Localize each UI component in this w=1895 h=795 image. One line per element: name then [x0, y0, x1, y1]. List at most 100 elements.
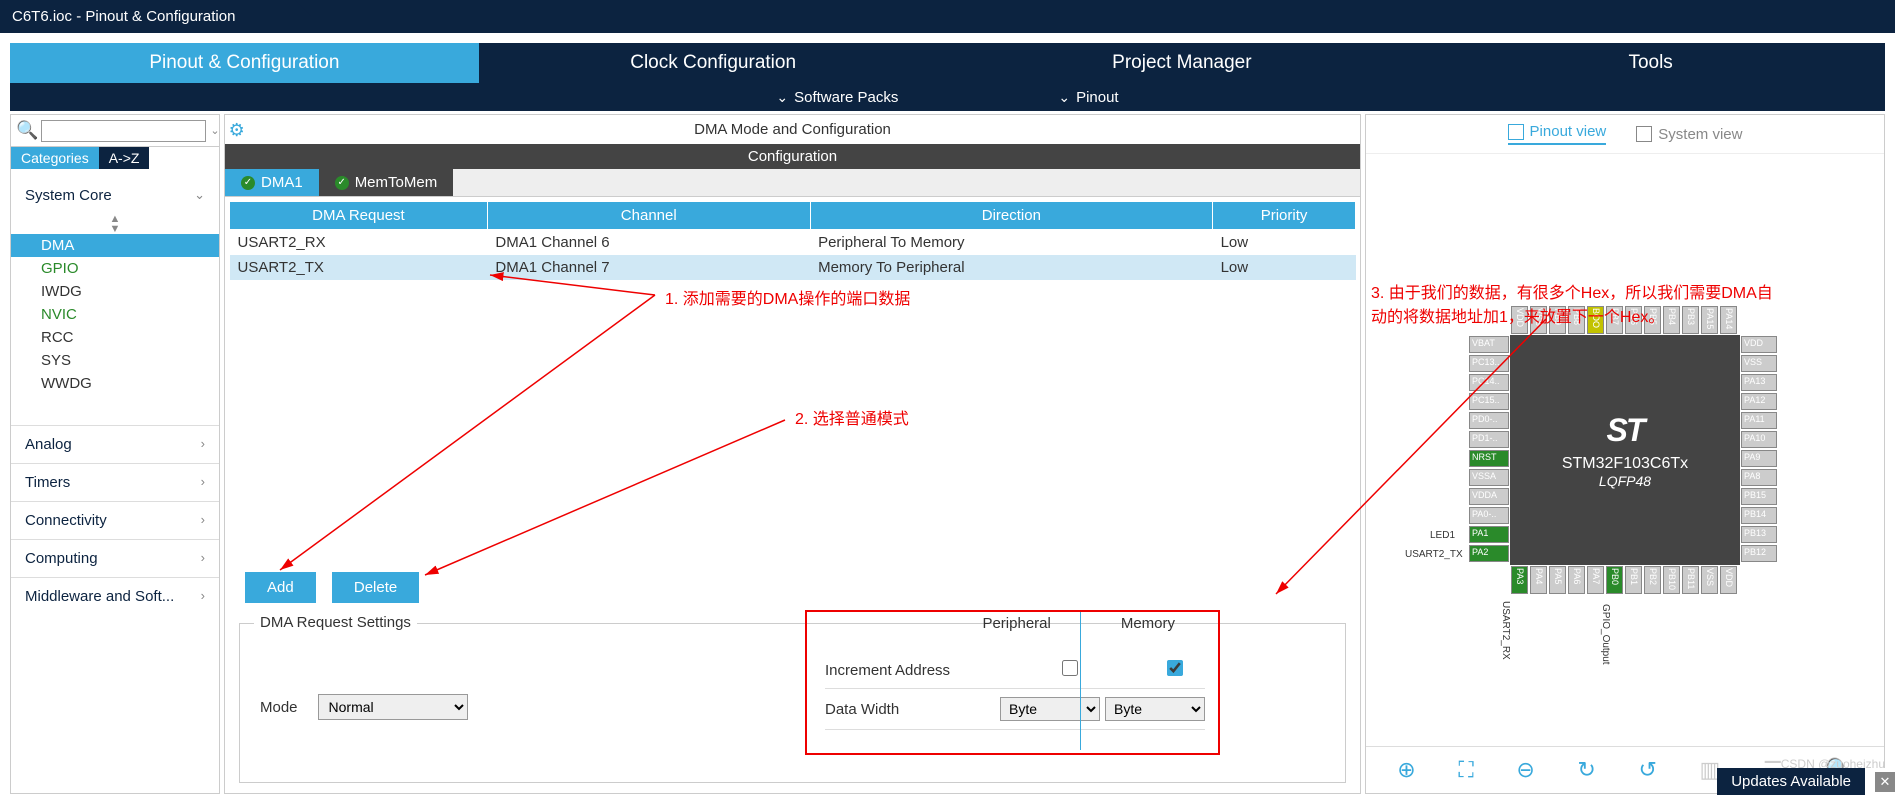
pin-pa15[interactable]: PA15 — [1701, 306, 1718, 334]
item-nvic[interactable]: NVIC — [11, 303, 219, 326]
pin-pa1[interactable]: PA1 — [1469, 526, 1509, 543]
pin-pc15[interactable]: PC15.. — [1469, 393, 1509, 410]
pin-vdd[interactable]: VDD — [1741, 336, 1777, 353]
pin-pa14[interactable]: PA14 — [1720, 306, 1737, 334]
pin-vss[interactable]: VSS — [1741, 355, 1777, 372]
pin-pb4[interactable]: PB4 — [1663, 306, 1680, 334]
item-wwdg[interactable]: WWDG — [11, 372, 219, 395]
subtab-memtomem[interactable]: ✓MemToMem — [319, 169, 454, 196]
pin-pa7[interactable]: PA7 — [1587, 566, 1604, 594]
pin-pb6[interactable]: PB6 — [1625, 306, 1642, 334]
pin-pb11[interactable]: PB11 — [1682, 566, 1699, 594]
pin-nrst[interactable]: NRST — [1469, 450, 1509, 467]
item-gpio[interactable]: GPIO — [11, 257, 219, 280]
item-rcc[interactable]: RCC — [11, 326, 219, 349]
delete-button[interactable]: Delete — [332, 572, 419, 603]
group-analog[interactable]: Analog› — [11, 425, 219, 463]
pin-pb5[interactable]: PB5 — [1644, 306, 1661, 334]
memory-inc-checkbox[interactable] — [1167, 660, 1183, 676]
pin-vdd[interactable]: VDD — [1511, 306, 1528, 334]
pinout-menu[interactable]: Pinout — [1058, 89, 1118, 106]
close-icon[interactable]: ✕ — [1875, 772, 1895, 792]
group-system-core[interactable]: System Core⌄ — [11, 177, 219, 214]
periph-data-width-select[interactable]: Byte — [1000, 697, 1100, 721]
pin-vbat[interactable]: VBAT — [1469, 336, 1509, 353]
pin-pa0-[interactable]: PA0-.. — [1469, 507, 1509, 524]
th-direction[interactable]: Direction — [810, 202, 1213, 230]
pin-vdda[interactable]: VDDA — [1469, 488, 1509, 505]
tab-project-manager[interactable]: Project Manager — [948, 43, 1417, 83]
tab-tools[interactable]: Tools — [1416, 43, 1885, 83]
pin-pb3[interactable]: PB3 — [1682, 306, 1699, 334]
pin-pb7[interactable]: PB7 — [1606, 306, 1623, 334]
system-view-icon — [1636, 126, 1652, 142]
pin-pb1[interactable]: PB1 — [1625, 566, 1642, 594]
pin-pa10[interactable]: PA10 — [1741, 431, 1777, 448]
zoom-in-icon[interactable]: ⊕ — [1397, 757, 1415, 783]
chip-area[interactable]: ST STM32F103C6Tx LQFP48 VBATPC13..PC14..… — [1366, 154, 1884, 746]
pin-boo[interactable]: BOO — [1587, 306, 1604, 334]
pin-pb2[interactable]: PB2 — [1644, 566, 1661, 594]
pin-pa2[interactable]: PA2 — [1469, 545, 1509, 562]
pin-pb8[interactable]: PB8 — [1568, 306, 1585, 334]
rotate-ccw-icon[interactable]: ↺ — [1638, 757, 1656, 783]
pin-pd1-[interactable]: PD1-.. — [1469, 431, 1509, 448]
group-connectivity[interactable]: Connectivity› — [11, 501, 219, 539]
pin-vss[interactable]: VSS — [1530, 306, 1547, 334]
pin-pa12[interactable]: PA12 — [1741, 393, 1777, 410]
software-packs-menu[interactable]: Software Packs — [776, 89, 898, 106]
table-row[interactable]: USART2_TXDMA1 Channel 7Memory To Periphe… — [230, 255, 1356, 280]
system-view-tab[interactable]: System view — [1636, 123, 1742, 145]
item-iwdg[interactable]: IWDG — [11, 280, 219, 303]
pin-pa6[interactable]: PA6 — [1568, 566, 1585, 594]
pin-pc14[interactable]: PC14.. — [1469, 374, 1509, 391]
pin-pa8[interactable]: PA8 — [1741, 469, 1777, 486]
pin-vssa[interactable]: VSSA — [1469, 469, 1509, 486]
pin-vss[interactable]: VSS — [1701, 566, 1718, 594]
memory-data-width-select[interactable]: Byte — [1105, 697, 1205, 721]
item-sys[interactable]: SYS — [11, 349, 219, 372]
pin-pa4[interactable]: PA4 — [1530, 566, 1547, 594]
item-dma[interactable]: DMA — [11, 234, 219, 257]
table-row[interactable]: USART2_RXDMA1 Channel 6Peripheral To Mem… — [230, 230, 1356, 256]
pin-pb12[interactable]: PB12 — [1741, 545, 1777, 562]
pin-pb13[interactable]: PB13 — [1741, 526, 1777, 543]
group-middleware[interactable]: Middleware and Soft...› — [11, 577, 219, 615]
add-button[interactable]: Add — [245, 572, 316, 603]
th-channel[interactable]: Channel — [487, 202, 810, 230]
mode-select[interactable]: Normal — [318, 694, 468, 720]
pin-pb10[interactable]: PB10 — [1663, 566, 1680, 594]
pin-pb0[interactable]: PB0 — [1606, 566, 1623, 594]
updates-available[interactable]: Updates Available — [1717, 768, 1865, 795]
chip-name: STM32F103C6Tx — [1562, 455, 1688, 473]
dropdown-icon[interactable]: ⌄ — [210, 124, 219, 137]
pin-pa5[interactable]: PA5 — [1549, 566, 1566, 594]
pin-pb9[interactable]: PB9 — [1549, 306, 1566, 334]
group-timers[interactable]: Timers› — [11, 463, 219, 501]
th-request[interactable]: DMA Request — [230, 202, 488, 230]
th-priority[interactable]: Priority — [1213, 202, 1356, 230]
pin-pa3[interactable]: PA3 — [1511, 566, 1528, 594]
pin-pa11[interactable]: PA11 — [1741, 412, 1777, 429]
settings-legend: DMA Request Settings — [254, 614, 417, 631]
pin-pb15[interactable]: PB15 — [1741, 488, 1777, 505]
subtab-dma1[interactable]: ✓DMA1 — [225, 169, 319, 196]
periph-inc-checkbox[interactable] — [1062, 660, 1078, 676]
zoom-out-icon[interactable]: ⊖ — [1516, 757, 1534, 783]
rotate-icon[interactable]: ↻ — [1577, 757, 1595, 783]
pin-pc13[interactable]: PC13.. — [1469, 355, 1509, 372]
search-input[interactable] — [41, 120, 206, 142]
pin-pa13[interactable]: PA13 — [1741, 374, 1777, 391]
search-icon[interactable]: 🔍 — [16, 120, 38, 141]
pinout-view-tab[interactable]: Pinout view — [1508, 123, 1607, 145]
pin-pd0-[interactable]: PD0-.. — [1469, 412, 1509, 429]
tab-az[interactable]: A->Z — [99, 147, 150, 169]
pin-vdd[interactable]: VDD — [1720, 566, 1737, 594]
pin-pa9[interactable]: PA9 — [1741, 450, 1777, 467]
tab-pinout-config[interactable]: Pinout & Configuration — [10, 43, 479, 83]
tab-clock-config[interactable]: Clock Configuration — [479, 43, 948, 83]
fit-icon[interactable]: ⛶ — [1458, 757, 1473, 783]
group-computing[interactable]: Computing› — [11, 539, 219, 577]
tab-categories[interactable]: Categories — [11, 147, 99, 169]
pin-pb14[interactable]: PB14 — [1741, 507, 1777, 524]
